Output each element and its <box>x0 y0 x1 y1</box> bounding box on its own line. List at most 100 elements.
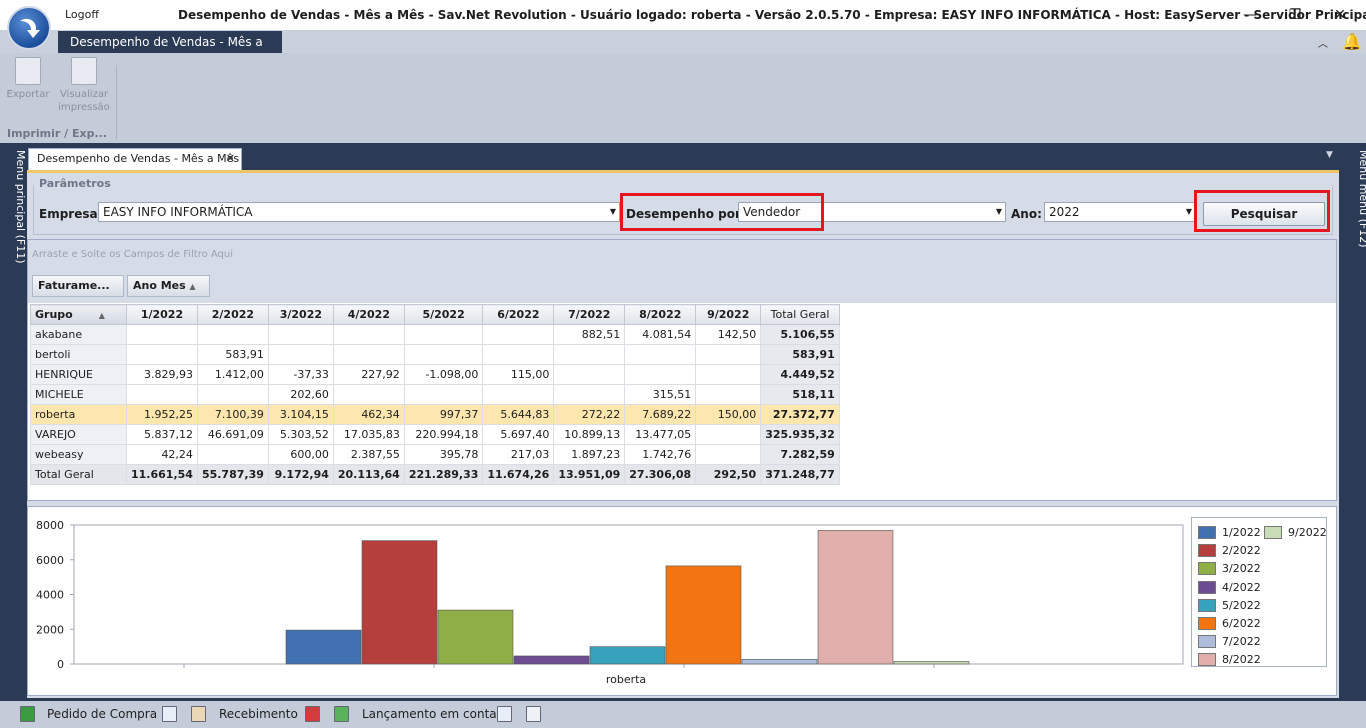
table-cell[interactable] <box>553 344 626 365</box>
column-header-total[interactable]: Total Geral <box>760 304 840 325</box>
table-cell[interactable] <box>196 384 269 405</box>
row-header[interactable]: Total Geral <box>30 464 127 485</box>
table-cell[interactable]: -37,33 <box>267 364 334 385</box>
table-row[interactable]: roberta 1.952,25 7.100,39 3.104,15 462,34 997… <box>30 404 840 425</box>
row-total-cell[interactable]: 371.248,77 <box>760 464 840 485</box>
menu-principal-toggle[interactable]: Menu principal (F11) <box>3 150 27 264</box>
close-button[interactable]: ✕ <box>1326 4 1354 26</box>
row-total-cell[interactable]: 583,91 <box>760 344 840 365</box>
table-cell[interactable] <box>403 384 484 405</box>
table-cell[interactable]: 202,60 <box>267 384 334 405</box>
table-cell[interactable]: 13.477,05 <box>624 424 697 445</box>
table-cell[interactable] <box>403 324 484 345</box>
table-cell[interactable]: 13.951,09 <box>553 464 626 485</box>
column-header[interactable]: 2/2022 <box>196 304 269 325</box>
table-cell[interactable]: 5.837,12 <box>126 424 198 445</box>
table-cell[interactable]: 3.829,93 <box>126 364 198 385</box>
table-row[interactable]: akabane 882,51 4.081,54 142,50 5.106,55 <box>30 324 840 345</box>
table-cell[interactable]: 462,34 <box>332 404 405 425</box>
table-cell[interactable]: 583,91 <box>196 344 269 365</box>
table-row[interactable]: VAREJO 5.837,12 46.691,09 5.303,52 17.035,83… <box>30 424 840 445</box>
table-cell[interactable]: 27.306,08 <box>624 464 697 485</box>
close-tab-icon[interactable]: ✕ <box>226 149 235 169</box>
table-cell[interactable]: 7.100,39 <box>196 404 269 425</box>
column-header[interactable]: 7/2022 <box>553 304 626 325</box>
table-row[interactable]: HENRIQUE 3.829,93 1.412,00 -37,33 227,92 -1.0… <box>30 364 840 385</box>
table-cell[interactable] <box>267 324 334 345</box>
table-cell[interactable]: 2.387,55 <box>332 444 405 465</box>
table-cell[interactable] <box>267 344 334 365</box>
table-cell[interactable] <box>695 444 762 465</box>
table-cell[interactable]: 315,51 <box>624 384 697 405</box>
column-header[interactable]: 8/2022 <box>624 304 697 325</box>
row-total-cell[interactable]: 5.106,55 <box>760 324 840 345</box>
pedido-icon[interactable] <box>20 706 35 722</box>
table-cell[interactable]: 46.691,09 <box>196 424 269 445</box>
column-header[interactable]: 5/2022 <box>403 304 484 325</box>
table-cell[interactable]: 42,24 <box>126 444 198 465</box>
table-cell[interactable] <box>624 364 697 385</box>
table-row[interactable]: bertoli 583,91 583,91 <box>30 344 840 365</box>
table-cell[interactable] <box>332 384 405 405</box>
table-cell[interactable]: 1.412,00 <box>196 364 269 385</box>
chevron-down-icon[interactable]: ▼ <box>996 203 1002 221</box>
app-logo-icon[interactable] <box>7 6 51 50</box>
table-cell[interactable]: 1.897,23 <box>553 444 626 465</box>
chevron-down-icon[interactable]: ▼ <box>1186 203 1192 221</box>
table-cell[interactable]: 220.994,18 <box>403 424 484 445</box>
logoff-link[interactable]: Logoff <box>65 8 99 21</box>
table-cell[interactable]: 150,00 <box>695 404 762 425</box>
column-header[interactable]: 4/2022 <box>332 304 405 325</box>
table-cell[interactable]: 10.899,13 <box>553 424 626 445</box>
ano-combo[interactable]: 2022 ▼ <box>1044 202 1196 222</box>
table-cell[interactable]: -1.098,00 <box>403 364 484 385</box>
column-header[interactable]: 1/2022 <box>126 304 198 325</box>
table-cell[interactable]: 3.104,15 <box>267 404 334 425</box>
table-cell[interactable] <box>553 364 626 385</box>
table-cell[interactable]: 4.081,54 <box>624 324 697 345</box>
chevron-down-icon[interactable]: ▼ <box>610 203 616 221</box>
table-cell[interactable] <box>695 384 762 405</box>
recebimento-link[interactable]: Recebimento <box>219 707 298 721</box>
table-cell[interactable] <box>553 384 626 405</box>
table-cell[interactable]: 272,22 <box>553 404 626 425</box>
table-row[interactable]: MICHELE 202,60 315,51 518,11 <box>30 384 840 405</box>
print-preview-button[interactable]: Visualizar impressão <box>56 57 112 114</box>
column-header[interactable]: 3/2022 <box>267 304 334 325</box>
table-cell[interactable]: 217,03 <box>482 444 555 465</box>
table-cell[interactable] <box>332 324 405 345</box>
add-document-icon[interactable] <box>162 706 177 722</box>
row-header[interactable]: MICHELE <box>30 384 127 405</box>
table-cell[interactable]: 1.742,76 <box>624 444 697 465</box>
table-cell[interactable]: 142,50 <box>695 324 762 345</box>
table-cell[interactable] <box>695 424 762 445</box>
row-header[interactable]: HENRIQUE <box>30 364 127 385</box>
filter-drop-area[interactable]: Arraste e Solte os Campos de Filtro Aqui <box>28 240 1336 270</box>
minimize-button[interactable]: — <box>1236 4 1264 26</box>
row-total-cell[interactable]: 4.449,52 <box>760 364 840 385</box>
barcode-icon[interactable] <box>497 706 512 722</box>
collapse-ribbon-icon[interactable]: ︿ <box>1318 35 1328 50</box>
table-cell[interactable] <box>482 344 555 365</box>
table-cell[interactable] <box>624 344 697 365</box>
table-cell[interactable]: 17.035,83 <box>332 424 405 445</box>
row-total-cell[interactable]: 325.935,32 <box>760 424 840 445</box>
report-icon[interactable] <box>305 706 320 722</box>
table-cell[interactable]: 115,00 <box>482 364 555 385</box>
table-cell[interactable] <box>196 324 269 345</box>
row-header[interactable]: akabane <box>30 324 127 345</box>
table-cell[interactable]: 5.644,83 <box>482 404 555 425</box>
bell-icon[interactable]: 🔔 <box>1342 32 1362 51</box>
table-cell[interactable]: 395,78 <box>403 444 484 465</box>
column-field-ano-mes[interactable]: Ano Mes ▲ <box>127 275 210 297</box>
table-cell[interactable]: 221.289,33 <box>403 464 484 485</box>
table-cell[interactable] <box>482 384 555 405</box>
table-row[interactable]: webeasy 42,24 600,00 2.387,55 395,78 217,03 1.… <box>30 444 840 465</box>
table-cell[interactable]: 227,92 <box>332 364 405 385</box>
user-icon[interactable] <box>191 706 206 722</box>
table-cell[interactable] <box>403 344 484 365</box>
table-cell[interactable]: 882,51 <box>553 324 626 345</box>
spreadsheet-icon[interactable] <box>334 706 349 722</box>
row-header[interactable]: bertoli <box>30 344 127 365</box>
tab-dropdown-icon[interactable]: ▼ <box>1326 150 1333 160</box>
